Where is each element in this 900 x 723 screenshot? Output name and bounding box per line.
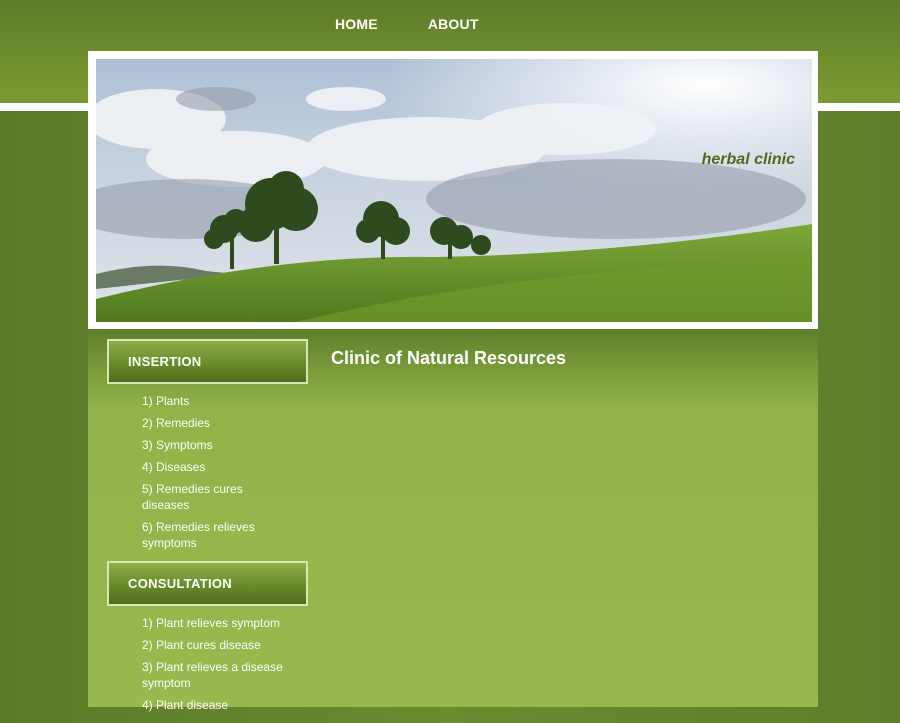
sidebar-item-remedies[interactable]: 2) Remedies xyxy=(142,415,292,431)
sidebar-item-plant-relieves-symptom[interactable]: 1) Plant relieves symptom xyxy=(142,615,292,631)
nav-home-link[interactable]: HOME xyxy=(335,16,378,32)
header-banner: herbal clinic xyxy=(88,51,818,329)
sidebar-item-symptoms[interactable]: 3) Symptoms xyxy=(142,437,292,453)
insertion-list: 1) Plants 2) Remedies 3) Symptoms 4) Dis… xyxy=(107,393,308,551)
sidebar-item-remedies-cures-diseases[interactable]: 5) Remedies cures diseases xyxy=(142,481,292,513)
nav-about-link[interactable]: ABOUT xyxy=(428,16,479,32)
sidebar-section-insertion: INSERTION xyxy=(107,339,308,384)
top-nav: HOME ABOUT xyxy=(335,16,479,32)
sidebar-item-diseases[interactable]: 4) Diseases xyxy=(142,459,292,475)
consultation-list: 1) Plant relieves symptom 2) Plant cures… xyxy=(107,615,308,713)
content-panel: INSERTION 1) Plants 2) Remedies 3) Sympt… xyxy=(88,329,818,712)
site-tagline: herbal clinic xyxy=(701,151,795,168)
sidebar-item-plants[interactable]: 1) Plants xyxy=(142,393,292,409)
section-title: CONSULTATION xyxy=(128,576,232,591)
sidebar-item-remedies-relieves-symptoms[interactable]: 6) Remedies relieves symptoms xyxy=(142,519,292,551)
section-title: INSERTION xyxy=(128,354,202,369)
sidebar-item-plant-cures-disease[interactable]: 2) Plant cures disease xyxy=(142,637,292,653)
sidebar-section-consultation: CONSULTATION xyxy=(107,561,308,606)
landscape-image: herbal clinic xyxy=(96,59,812,322)
sidebar: INSERTION 1) Plants 2) Remedies 3) Sympt… xyxy=(107,339,308,723)
sidebar-item-plant-relieves-disease-symptom[interactable]: 3) Plant relieves a disease symptom xyxy=(142,659,292,691)
sidebar-item-plant-disease[interactable]: 4) Plant disease xyxy=(142,697,292,713)
page-title: Clinic of Natural Resources xyxy=(331,348,567,368)
